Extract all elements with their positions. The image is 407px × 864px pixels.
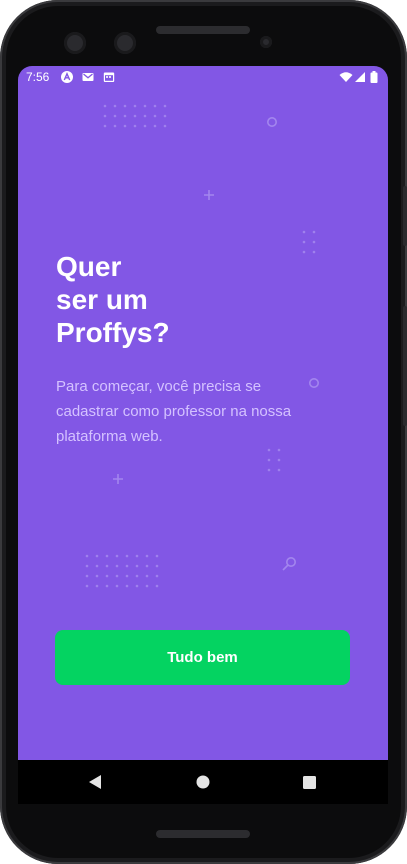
back-icon xyxy=(89,775,101,789)
earpiece-speaker xyxy=(156,26,250,34)
proximity-sensor xyxy=(260,36,272,48)
title-line: Quer xyxy=(56,251,122,282)
home-button[interactable] xyxy=(191,770,215,794)
back-button[interactable] xyxy=(83,770,107,794)
title-line: Proffys? xyxy=(56,317,170,348)
power-button xyxy=(403,186,407,246)
phone-frame: 7:56 Quer ser um Proffys? Para começar, … xyxy=(0,0,407,864)
front-camera-right xyxy=(114,32,136,54)
title-line: ser um xyxy=(56,284,148,315)
front-camera-left xyxy=(64,32,86,54)
home-icon xyxy=(196,775,210,789)
description-text: Para começar, você precisa se cadastrar … xyxy=(56,378,292,445)
volume-button xyxy=(403,306,407,426)
app-screen: 7:56 Quer ser um Proffys? Para começar, … xyxy=(18,66,388,804)
page-title: Quer ser um Proffys? xyxy=(56,250,356,349)
ok-button[interactable]: Tudo bem xyxy=(55,630,350,685)
bottom-speaker xyxy=(156,830,250,838)
recents-button[interactable] xyxy=(297,770,321,794)
recents-icon xyxy=(302,775,316,789)
navigation-bar xyxy=(18,760,388,804)
